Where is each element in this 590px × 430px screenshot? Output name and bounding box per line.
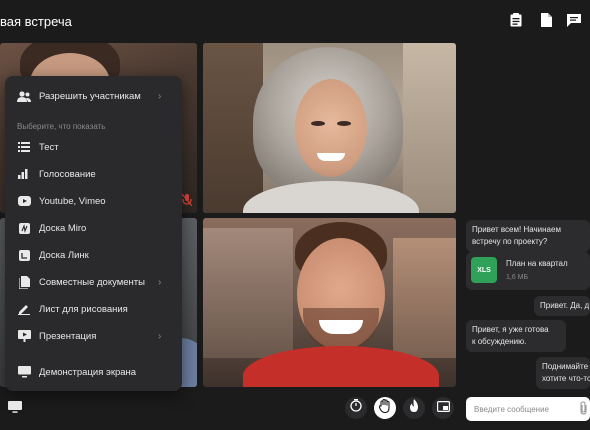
chat-message: Поднимайте р хотите что-то: [536, 357, 590, 389]
menu-item-label: Демонстрация экрана: [39, 366, 137, 378]
eye: [311, 121, 325, 126]
chevron-right-icon: ›: [158, 90, 162, 102]
background-room: [393, 238, 456, 358]
timer-icon: [350, 399, 362, 417]
message-input[interactable]: [466, 397, 590, 421]
message-text: Поднимайте р: [542, 362, 590, 371]
flame-icon: [409, 399, 419, 417]
message-text: к обсуждению.: [472, 337, 527, 346]
participant-video: [203, 218, 456, 387]
screen-icon: [17, 365, 31, 379]
clipboard-icon[interactable]: [508, 12, 524, 28]
allow-participants-label: Разрешить участникам: [39, 90, 141, 102]
smile: [317, 153, 345, 161]
allow-participants-item[interactable]: Разрешить участникам ›: [5, 83, 182, 109]
share-menu: Разрешить участникам › Выберите, что пок…: [5, 76, 182, 391]
raise-hand-icon: [378, 398, 391, 418]
list-icon: [17, 140, 31, 154]
menu-item-youtube[interactable]: Youtube, Vimeo: [5, 188, 182, 214]
meeting-title: вая встреча: [0, 14, 72, 29]
menu-item-label: Презентация: [39, 330, 97, 342]
xls-file-icon: XLS: [471, 257, 497, 283]
menu-item-label: Youtube, Vimeo: [39, 195, 106, 207]
chat-icon[interactable]: [566, 12, 582, 28]
message-text: встречу по проекту?: [472, 237, 548, 246]
participant-body: [243, 181, 419, 213]
menu-item-test[interactable]: Тест: [5, 134, 182, 160]
presentation-icon: [17, 329, 31, 343]
message-text: Привет всем! Начинаем: [472, 225, 561, 234]
participant-face: [295, 79, 367, 177]
picture-in-picture-button[interactable]: [432, 397, 454, 419]
top-bar: вая встреча: [0, 0, 590, 42]
chevron-right-icon: ›: [158, 330, 162, 342]
attach-paperclip-icon[interactable]: [578, 401, 590, 415]
menu-item-presentation[interactable]: Презентация ›: [5, 323, 182, 349]
menu-item-label: Тест: [39, 141, 59, 153]
miro-icon: [17, 221, 31, 235]
meeting-app: вая встреча Разрешить участникам › Выбер…: [0, 0, 590, 430]
chat-message: Привет, я уже готова к обсуждению.: [466, 320, 566, 352]
document-icon[interactable]: [538, 12, 554, 28]
chevron-right-icon: ›: [158, 276, 162, 288]
menu-item-label: Голосование: [39, 168, 96, 180]
participant-video: [203, 43, 456, 213]
menu-item-label: Доска Линк: [39, 249, 89, 261]
chat-panel: Привет всем! Начинаем встречу по проекту…: [461, 43, 590, 430]
menu-item-drawing[interactable]: Лист для рисования: [5, 296, 182, 322]
menu-item-poll[interactable]: Голосование: [5, 161, 182, 187]
message-text: Привет, я уже готова: [472, 325, 549, 334]
menu-item-label: Доска Miro: [39, 222, 87, 234]
menu-item-screen-share[interactable]: Демонстрация экрана: [5, 359, 182, 385]
message-text: Привет. Да, д: [540, 301, 590, 310]
share-screen-button[interactable]: [4, 398, 26, 420]
docs-icon: [17, 275, 31, 289]
eye: [337, 121, 351, 126]
youtube-icon: [17, 194, 31, 208]
menu-item-link-board[interactable]: Доска Линк: [5, 242, 182, 268]
pen-icon: [17, 302, 31, 316]
menu-hint: Выберите, что показать: [17, 122, 106, 131]
mic-off-icon: [181, 193, 193, 211]
pip-icon: [436, 399, 450, 417]
message-text: хотите что-то: [542, 374, 590, 383]
menu-item-label: Совместные документы: [39, 276, 145, 288]
bar-chart-icon: [17, 167, 31, 181]
link-board-icon: [17, 248, 31, 262]
raise-hand-button[interactable]: [374, 397, 396, 419]
menu-item-label: Лист для рисования: [39, 303, 128, 315]
timer-button[interactable]: [345, 397, 367, 419]
reactions-button[interactable]: [403, 397, 425, 419]
users-icon: [17, 89, 31, 103]
file-name: План на квартал: [506, 259, 568, 268]
background-wall: [403, 43, 456, 213]
chat-message: Привет всем! Начинаем встречу по проекту…: [466, 220, 590, 252]
file-size: 1,6 МБ: [506, 274, 529, 281]
file-attachment[interactable]: XLS План на квартал 1,6 МБ: [466, 252, 590, 290]
menu-item-miro[interactable]: Доска Miro: [5, 215, 182, 241]
menu-item-shared-docs[interactable]: Совместные документы ›: [5, 269, 182, 295]
screen-icon: [8, 400, 22, 418]
chat-message: Привет. Да, д: [534, 296, 590, 316]
background-room: [203, 228, 293, 358]
